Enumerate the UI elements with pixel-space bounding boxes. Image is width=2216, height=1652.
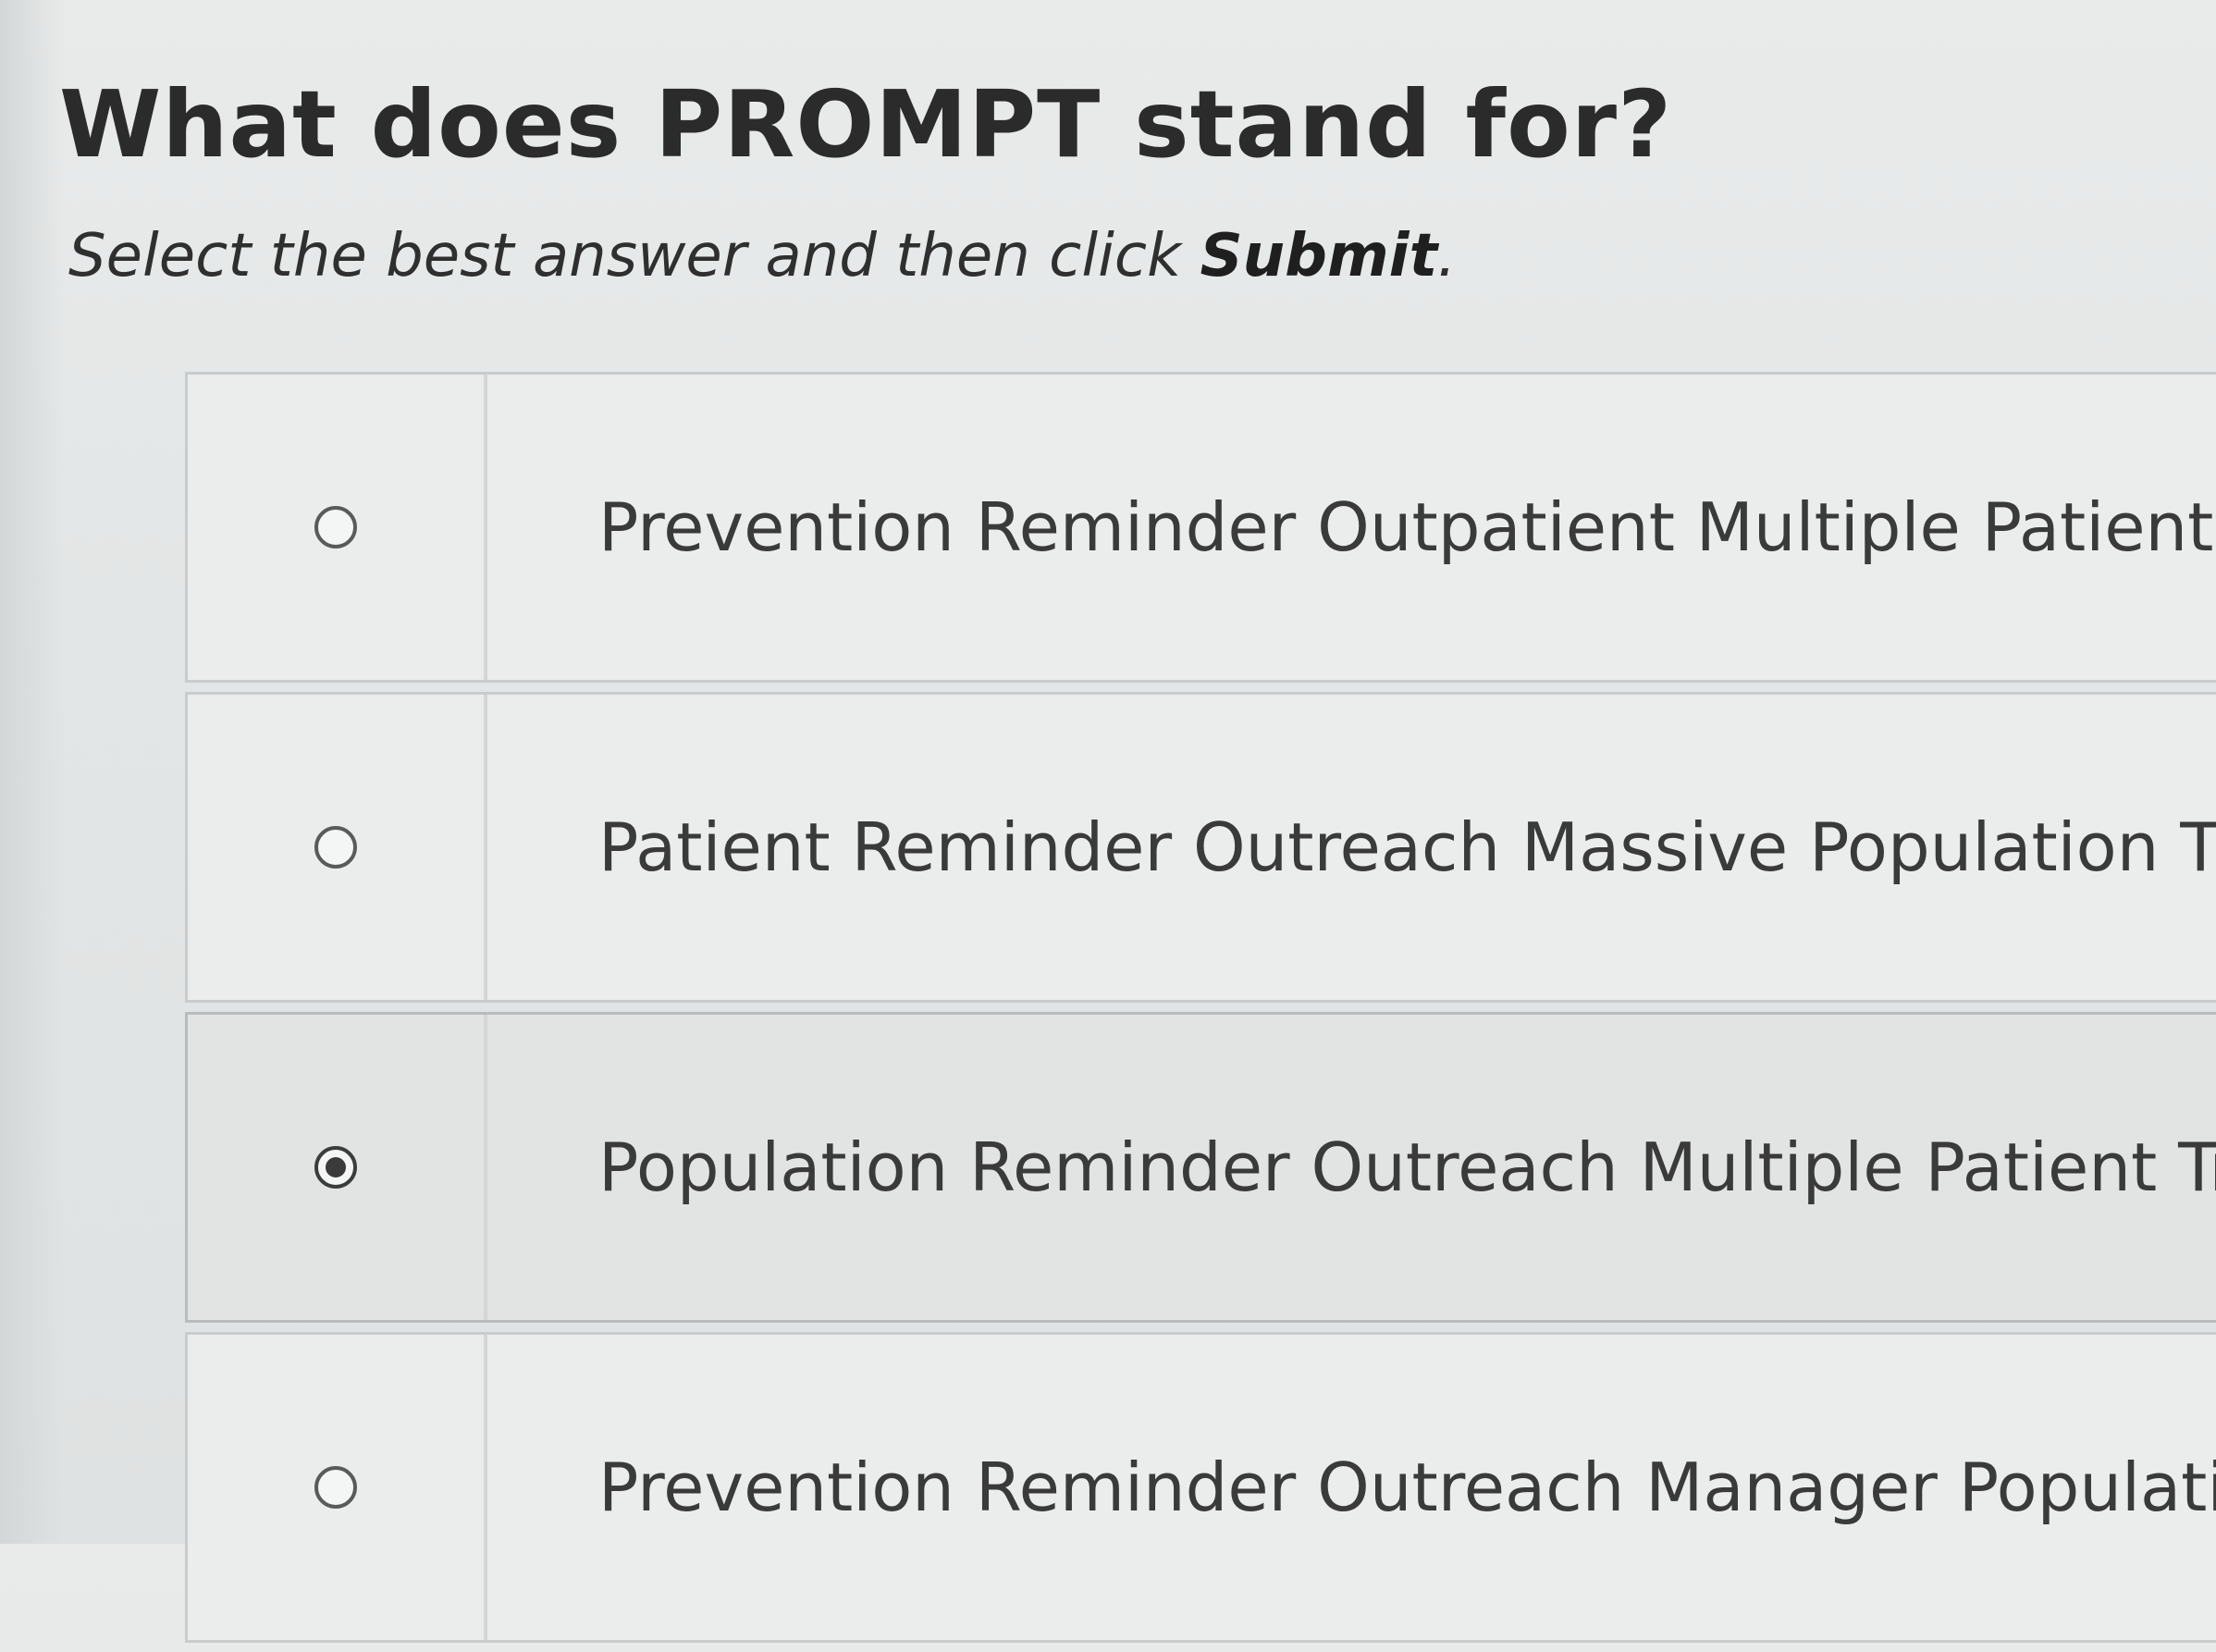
radio-cell[interactable] — [188, 1015, 487, 1320]
option-label: Population Reminder Outreach Multiple Pa… — [598, 1128, 2216, 1206]
option-label: Prevention Reminder Outpatient Multiple … — [598, 488, 2214, 566]
answer-option-2[interactable]: Patient Reminder Outreach Massive Popula… — [185, 692, 2216, 1003]
radio-cell[interactable] — [188, 695, 487, 1000]
background-shade — [0, 0, 65, 1544]
answer-options: Prevention Reminder Outpatient Multiple … — [185, 372, 2216, 1652]
answer-option-4[interactable]: Prevention Reminder Outreach Manager Pop… — [185, 1332, 2216, 1643]
instruction-text: Select the best answer and then click — [68, 222, 1200, 290]
option-text-cell[interactable]: Prevention Reminder Outpatient Multiple … — [487, 375, 2216, 680]
option-label: Prevention Reminder Outreach Manager Pop… — [598, 1449, 2216, 1526]
submit-keyword: Submit — [1200, 222, 1438, 290]
question-instructions: Select the best answer and then click Su… — [68, 215, 1457, 298]
radio-button[interactable] — [314, 506, 357, 549]
radio-button[interactable] — [314, 826, 357, 869]
radio-cell[interactable] — [188, 375, 487, 680]
answer-option-1[interactable]: Prevention Reminder Outpatient Multiple … — [185, 372, 2216, 683]
question-title: What does PROMPT stand for? — [59, 70, 1673, 179]
answer-option-3[interactable]: Population Reminder Outreach Multiple Pa… — [185, 1012, 2216, 1323]
option-text-cell[interactable]: Patient Reminder Outreach Massive Popula… — [487, 695, 2216, 1000]
option-text-cell[interactable]: Prevention Reminder Outreach Manager Pop… — [487, 1335, 2216, 1640]
option-text-cell[interactable]: Population Reminder Outreach Multiple Pa… — [487, 1015, 2216, 1320]
option-label: Patient Reminder Outreach Massive Popula… — [598, 808, 2216, 886]
radio-button-selected[interactable] — [314, 1146, 357, 1189]
radio-cell[interactable] — [188, 1335, 487, 1640]
instruction-period: . — [1437, 222, 1457, 290]
radio-button[interactable] — [314, 1466, 357, 1509]
